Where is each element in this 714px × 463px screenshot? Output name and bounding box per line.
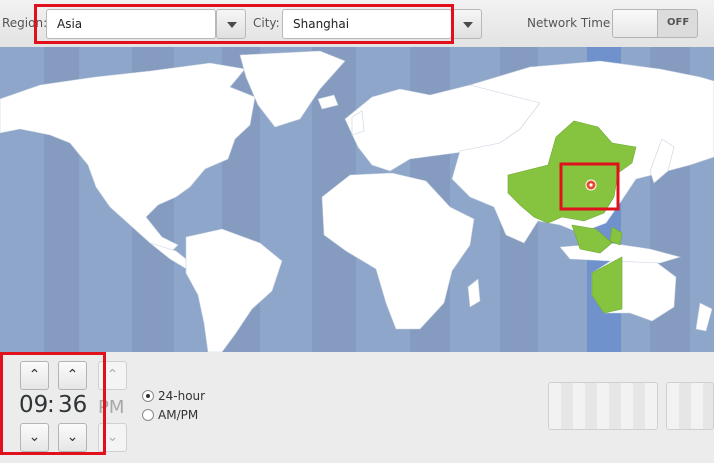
- format-ampm-label: AM/PM: [158, 408, 199, 422]
- annotation-highlight-clock: [0, 352, 106, 455]
- world-map[interactable]: [0, 47, 714, 352]
- city-dropdown-button[interactable]: [452, 9, 482, 39]
- south-america-landmass: [185, 228, 283, 352]
- timezone-map[interactable]: [0, 47, 714, 352]
- madagascar-landmass: [467, 278, 481, 308]
- chevron-up-icon: ⌃: [106, 367, 119, 383]
- north-america-landmass: [0, 62, 256, 252]
- network-time-state: OFF: [667, 17, 690, 28]
- format-24-hour-label: 24-hour: [158, 389, 206, 403]
- network-time-switch[interactable]: OFF: [612, 9, 698, 38]
- network-time-label: Network Time: [527, 16, 611, 30]
- timezone-toolbar: Region: Asia City: Shanghai Network Time…: [0, 0, 714, 48]
- switch-knob[interactable]: [613, 10, 658, 37]
- obscured-button[interactable]: [548, 382, 658, 430]
- time-panel: ⌃ ⌃ ⌃ 09 : 36 PM ⌄ ⌄ ⌄ 24-hour AM/PM: [0, 352, 714, 463]
- format-24-hour-radio[interactable]: [142, 390, 154, 402]
- new-zealand-landmass: [695, 302, 713, 332]
- format-ampm-radio[interactable]: [142, 409, 154, 421]
- chevron-down-icon: ⌄: [106, 429, 119, 445]
- obscured-button[interactable]: [666, 382, 714, 430]
- annotation-highlight-region-city: [34, 4, 454, 44]
- city-marker-icon[interactable]: [585, 179, 597, 191]
